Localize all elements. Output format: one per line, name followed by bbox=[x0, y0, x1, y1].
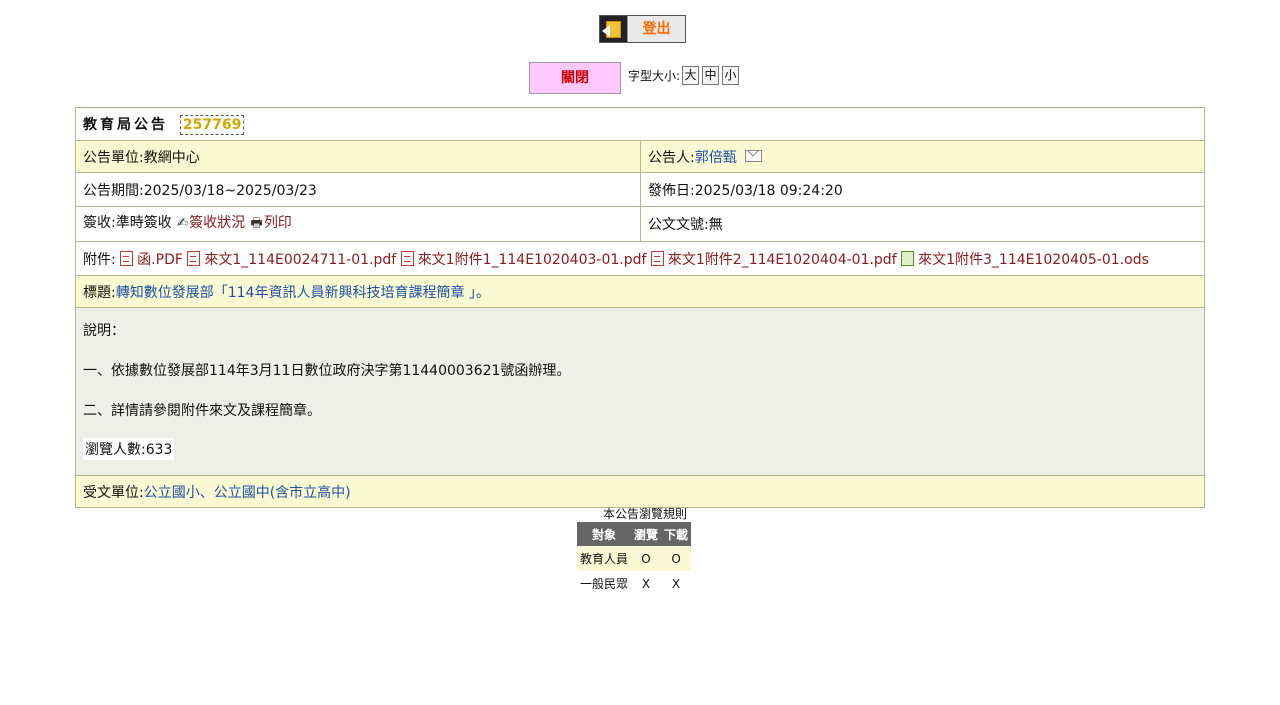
recipients-value: 公立國小、公立國中(含市立高中) bbox=[143, 484, 351, 501]
logout-label: 登出 bbox=[627, 16, 685, 42]
rules-header: 下載 bbox=[661, 522, 692, 546]
font-size-controls: 字型大小: 大 中 小 bbox=[628, 66, 742, 85]
table-row: 教育人員 O O bbox=[577, 546, 692, 571]
pdf-icon bbox=[187, 250, 201, 266]
unit-value: 教網中心 bbox=[143, 149, 200, 166]
logout-button[interactable]: 登出 bbox=[599, 15, 686, 43]
unit-cell: 公告單位:教網中心 bbox=[75, 140, 641, 173]
logout-icon bbox=[600, 16, 627, 42]
announcement-body: 說明： 一、依據數位發展部114年3月11日數位政府決字第11440003621… bbox=[75, 307, 1205, 476]
body-paragraph: 說明： bbox=[83, 323, 125, 339]
period-value: 2025/03/18~2025/03/23 bbox=[143, 182, 317, 199]
publish-date-cell: 發佈日:2025/03/18 09:24:20 bbox=[640, 172, 1205, 207]
doc-number-cell: 公文文號:無 bbox=[640, 206, 1205, 242]
heading-text: 教育局公告 bbox=[83, 116, 168, 133]
view-count-value: 633 bbox=[145, 442, 173, 458]
spreadsheet-icon bbox=[901, 250, 915, 266]
viewing-rules: 本公告瀏覽規則 對象 瀏覽 下載 教育人員 O O 一般民眾 X X bbox=[577, 507, 700, 596]
sign-cell: 簽收:準時簽收 ✍簽收狀況 🖶列印 bbox=[75, 206, 641, 242]
publish-date-value: 2025/03/18 09:24:20 bbox=[694, 182, 843, 199]
body-paragraph: 一、依據數位發展部114年3月11日數位政府決字第11440003621號函辦理… bbox=[83, 363, 571, 379]
title-cell: 標題:轉知數位發展部「114年資訊人員新興科技培育課程簡章 」。 bbox=[75, 275, 1205, 308]
recipients-cell: 受文單位:公立國小、公立國中(含市立高中) bbox=[75, 475, 1205, 508]
attachments-cell: 附件: 函.PDF 來文1_114E0024711-01.pdf 來文1附件1_… bbox=[75, 241, 1205, 276]
pdf-icon bbox=[400, 250, 414, 266]
attachment-link[interactable]: 來文1_114E0024711-01.pdf bbox=[204, 252, 396, 268]
rules-header: 瀏覽 bbox=[631, 522, 662, 546]
rules-table: 對象 瀏覽 下載 教育人員 O O 一般民眾 X X bbox=[577, 522, 692, 596]
sign-value: 準時簽收 bbox=[115, 215, 172, 231]
pdf-icon bbox=[120, 250, 134, 266]
announcement-id[interactable]: 257769 bbox=[179, 114, 245, 135]
pdf-icon bbox=[650, 250, 664, 266]
font-size-medium-button[interactable]: 中 bbox=[702, 66, 720, 85]
font-size-label: 字型大小: bbox=[628, 69, 681, 83]
announcer-link[interactable]: 郭倍甄 bbox=[695, 150, 737, 166]
close-button[interactable]: 關閉 bbox=[529, 62, 621, 94]
print-link[interactable]: 列印 bbox=[264, 215, 292, 231]
mail-icon[interactable] bbox=[744, 149, 762, 162]
rules-header: 對象 bbox=[577, 522, 632, 546]
attachment-link[interactable]: 來文1附件2_114E1020404-01.pdf bbox=[668, 252, 897, 268]
font-size-small-button[interactable]: 小 bbox=[722, 66, 740, 85]
doc-number-value: 無 bbox=[708, 217, 723, 233]
view-count: 瀏覽人數:633 bbox=[83, 438, 175, 460]
announcement-table: 教育局公告 257769 公告單位:教網中心 公告人:郭倍甄 公告期間:2025… bbox=[75, 107, 1205, 508]
attachment-link[interactable]: 來文1附件3_114E1020405-01.ods bbox=[918, 252, 1149, 268]
printer-icon: 🖶 bbox=[250, 216, 263, 231]
period-cell: 公告期間:2025/03/18~2025/03/23 bbox=[75, 172, 641, 207]
attachment-link[interactable]: 函.PDF bbox=[137, 252, 183, 268]
font-size-large-button[interactable]: 大 bbox=[682, 66, 700, 85]
announcer-cell: 公告人:郭倍甄 bbox=[640, 140, 1205, 173]
announcement-heading: 教育局公告 257769 bbox=[75, 107, 1205, 141]
table-row: 一般民眾 X X bbox=[580, 576, 681, 592]
sign-status-icon: ✍ bbox=[177, 216, 189, 231]
body-paragraph: 二、詳情請參閱附件來文及課程簡章。 bbox=[83, 403, 321, 419]
rules-title: 本公告瀏覽規則 bbox=[602, 507, 687, 521]
attachment-link[interactable]: 來文1附件1_114E1020403-01.pdf bbox=[418, 252, 647, 268]
announcement-title[interactable]: 轉知數位發展部「114年資訊人員新興科技培育課程簡章 」。 bbox=[116, 285, 490, 301]
sign-status-link[interactable]: 簽收狀況 bbox=[189, 215, 245, 231]
